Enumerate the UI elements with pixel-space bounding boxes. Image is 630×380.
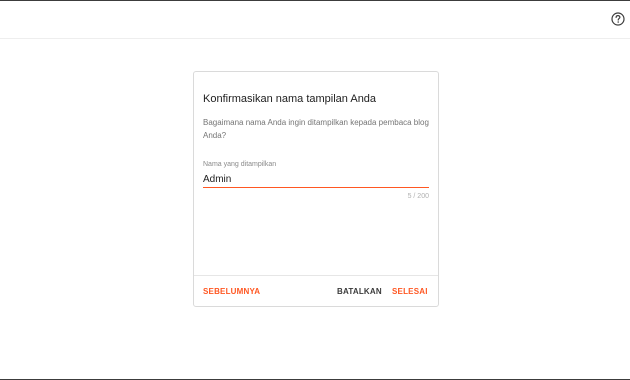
display-name-input[interactable]: [203, 172, 429, 188]
dialog-footer: SEBELUMNYA BATALKAN SELESAI: [194, 275, 438, 306]
display-name-label: Nama yang ditampilkan: [203, 161, 277, 168]
previous-button[interactable]: SEBELUMNYA: [203, 287, 260, 296]
display-name-dialog: Konfirmasikan nama tampilan Anda Bagaima…: [193, 71, 439, 307]
top-bar: [0, 1, 630, 39]
cancel-button[interactable]: BATALKAN: [337, 287, 382, 296]
help-icon[interactable]: [611, 12, 625, 26]
dialog-description: Bagaimana nama Anda ingin ditampilkan ke…: [203, 118, 429, 140]
dialog-title: Konfirmasikan nama tampilan Anda: [203, 93, 377, 105]
page: Konfirmasikan nama tampilan Anda Bagaima…: [0, 0, 630, 380]
character-counter: 5 / 200: [407, 193, 429, 200]
done-button[interactable]: SELESAI: [392, 287, 428, 296]
